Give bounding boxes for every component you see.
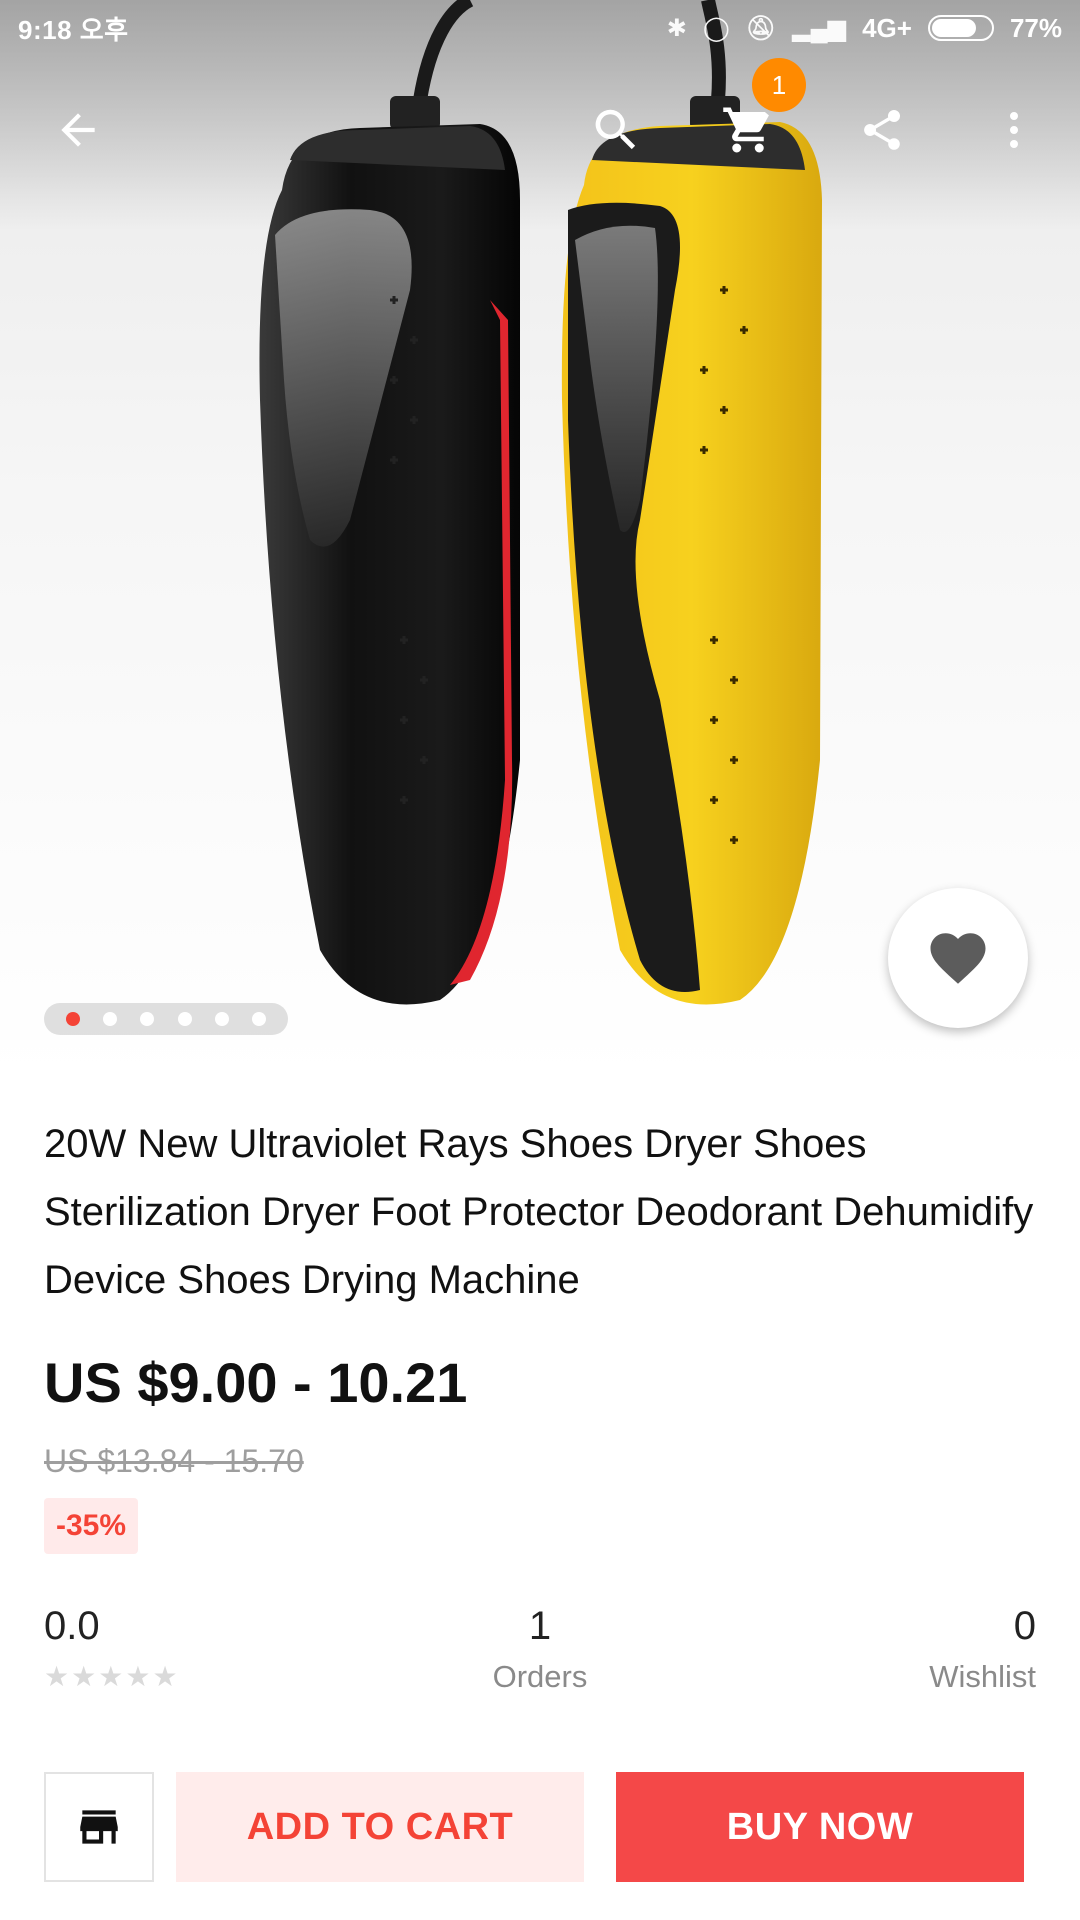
star-icon: ★ [152,1661,178,1692]
signal-icon: ▂▄▆ [792,14,847,42]
battery-percent: 77% [1009,12,1062,43]
product-detail-screen: 9:18 오후 ✱ ◯ 🔕︎ ▂▄▆ 4G+ 77% 1 20W New Ult… [0,0,1080,1920]
product-price: US $9.00 - 10.21 [44,1351,468,1414]
add-to-cart-button[interactable]: ADD TO CART [176,1772,584,1882]
original-price: US $13.84 - 15.70 [44,1443,304,1479]
product-stats: 0.0 ★ ★ ★ ★ ★ 1 Orders 0 Wishlist [44,1604,1036,1714]
add-to-wishlist-button[interactable] [888,888,1028,1028]
cart-button[interactable]: 1 [698,58,806,180]
buy-now-button[interactable]: BUY NOW [616,1772,1024,1882]
carousel-dot[interactable] [65,1012,80,1026]
bottom-action-bar: ADD TO CART BUY NOW [0,1772,1080,1884]
search-button[interactable] [566,80,666,180]
rating-stat[interactable]: 0.0 ★ ★ ★ ★ ★ [44,1604,178,1691]
carousel-dot[interactable] [177,1012,192,1026]
back-button[interactable] [28,80,128,180]
share-icon [864,110,900,150]
more-vert-icon [1010,112,1018,148]
status-icons: ✱ ◯ 🔕︎ ▂▄▆ 4G+ 77% [667,13,1062,44]
image-carousel-indicator[interactable] [44,1003,288,1035]
carousel-dot[interactable] [140,1012,155,1026]
more-button[interactable] [964,80,1064,180]
heart-icon [930,933,986,984]
action-bar: 1 [0,58,1080,180]
cart-count-badge: 1 [752,58,806,112]
star-icon: ★ [98,1661,124,1692]
orders-value: 1 [528,1604,552,1648]
wishlist-value: 0 [1013,1604,1036,1648]
discount-badge: -35% [44,1498,139,1554]
rating-value: 0.0 [44,1604,100,1648]
star-icon: ★ [44,1661,70,1692]
carousel-dot[interactable] [252,1012,267,1026]
bluetooth-icon: ✱ [666,14,687,42]
status-time: 9:18 오후 [18,14,129,45]
cart-icon [723,107,769,153]
wishlist-stat: 0 Wishlist [929,1604,1036,1695]
battery-icon [927,15,994,41]
vibrate-icon: ◯ [702,14,730,42]
carousel-dot[interactable] [102,1012,117,1026]
share-button[interactable] [832,80,932,180]
orders-stat: 1 Orders [440,1604,640,1695]
product-title: 20W New Ultraviolet Rays Shoes Dryer Sho… [44,1122,1034,1302]
rating-stars: ★ ★ ★ ★ ★ [44,1663,178,1691]
arrow-left-icon [61,113,95,147]
star-icon: ★ [71,1661,97,1692]
orders-label: Orders [492,1659,588,1694]
status-bar: 9:18 오후 ✱ ◯ 🔕︎ ▂▄▆ 4G+ 77% [0,0,1080,56]
store-icon [80,1810,118,1844]
carousel-dot[interactable] [214,1012,229,1026]
star-icon: ★ [125,1661,151,1692]
network-type: 4G+ [862,12,912,43]
search-icon [595,109,636,150]
mute-icon: 🔕︎ [745,14,777,42]
store-button[interactable] [44,1772,154,1882]
wishlist-label: Wishlist [929,1659,1036,1694]
